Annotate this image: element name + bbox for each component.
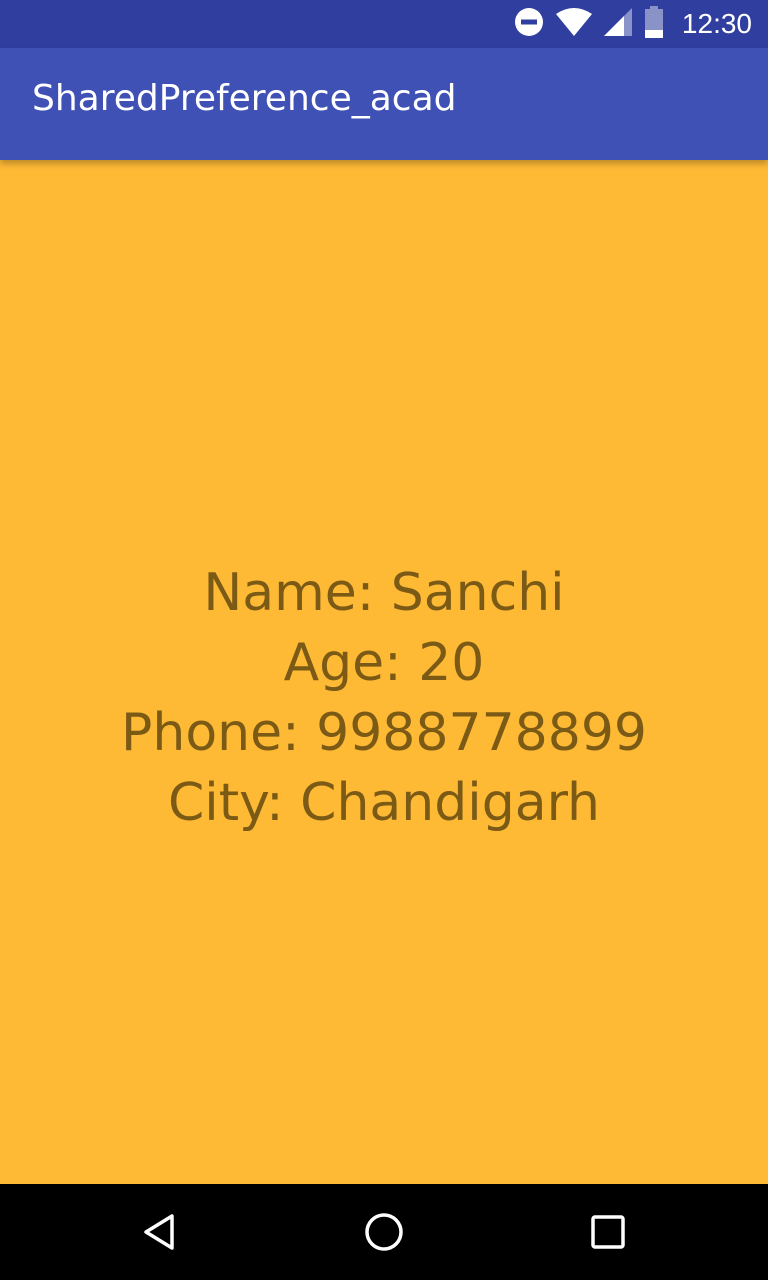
do-not-disturb-icon bbox=[514, 7, 544, 41]
phone-line: Phone: 9988778899 bbox=[121, 703, 647, 763]
recents-button[interactable] bbox=[584, 1208, 632, 1256]
app-title: SharedPreference_acad bbox=[32, 78, 457, 119]
recents-icon bbox=[591, 1215, 625, 1249]
city-line: City: Chandigarh bbox=[167, 773, 601, 833]
back-icon bbox=[144, 1214, 174, 1250]
battery-icon bbox=[644, 6, 664, 42]
status-bar: 12:30 bbox=[0, 0, 768, 48]
signal-icon bbox=[603, 8, 632, 40]
app-bar: SharedPreference_acad bbox=[0, 48, 768, 160]
status-icons: 12:30 bbox=[514, 0, 752, 48]
home-button[interactable] bbox=[360, 1208, 408, 1256]
user-info-text: Name: Sanchi Age: 20 Phone: 9988778899 C… bbox=[121, 558, 647, 838]
content-area: Name: Sanchi Age: 20 Phone: 9988778899 C… bbox=[0, 160, 768, 1184]
app-screen: 12:30 SharedPreference_acad Name: Sanchi… bbox=[0, 0, 768, 1280]
status-time: 12:30 bbox=[681, 8, 752, 39]
name-line: Name: Sanchi bbox=[203, 563, 565, 623]
back-button[interactable] bbox=[136, 1208, 184, 1256]
wifi-icon bbox=[555, 8, 592, 40]
home-icon bbox=[365, 1213, 403, 1251]
navigation-bar bbox=[0, 1184, 768, 1280]
age-line: Age: 20 bbox=[283, 633, 485, 693]
